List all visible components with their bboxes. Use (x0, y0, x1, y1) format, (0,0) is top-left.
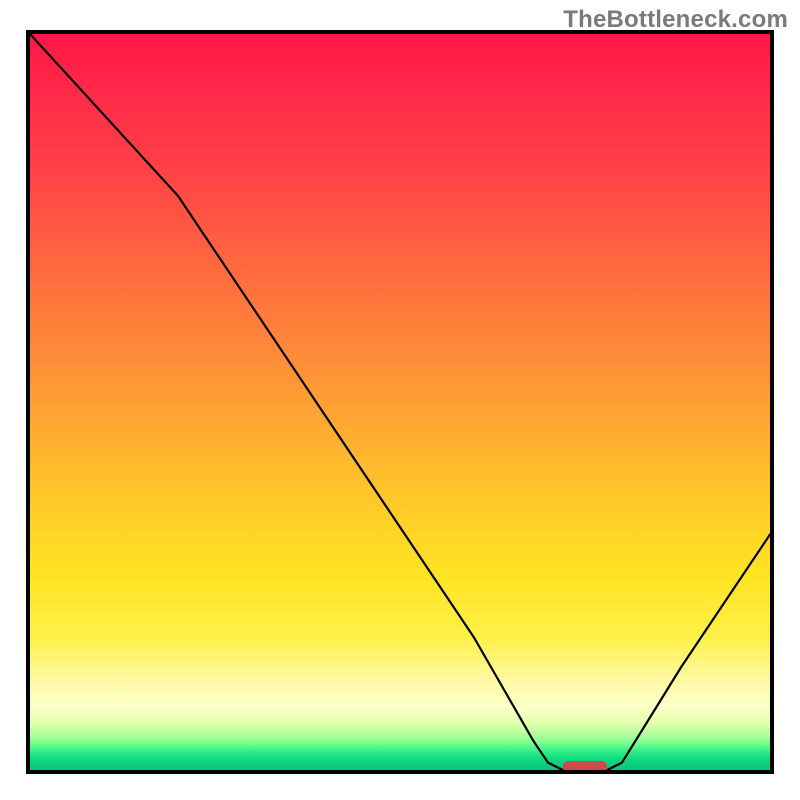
bottleneck-curve (30, 34, 770, 770)
minimum-marker (563, 761, 607, 770)
watermark: TheBottleneck.com (563, 6, 788, 34)
chart-container: TheBottleneck.com (0, 0, 800, 800)
chart-overlay (30, 34, 770, 770)
plot-frame (26, 30, 774, 774)
